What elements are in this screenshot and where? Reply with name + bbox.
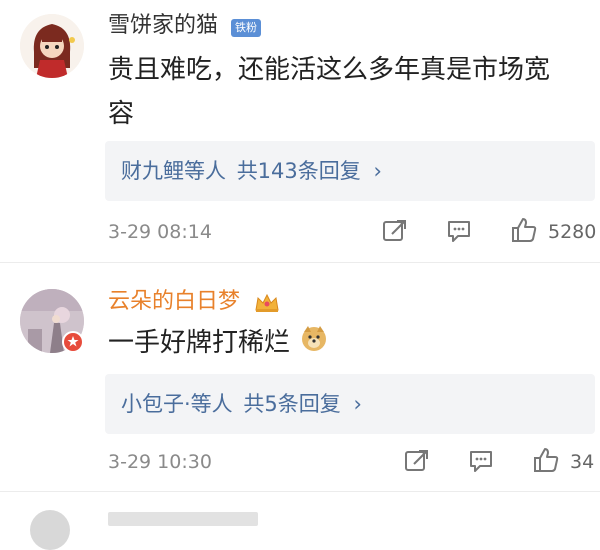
reply-summary[interactable]: 小包子·等人 共5条回复 ›	[121, 389, 362, 419]
like-count: 34	[570, 451, 595, 473]
comment-text-continued: 容	[108, 99, 135, 129]
reply-summary-box[interactable]: 财九鲤等人 共143条回复 ›	[105, 141, 595, 201]
username[interactable]: 云朵的白日梦	[108, 288, 240, 316]
avatar-image	[20, 14, 84, 78]
doge-emoji-icon	[300, 320, 328, 368]
reply-count: 共143条回复	[236, 159, 361, 183]
like-icon[interactable]	[510, 216, 538, 248]
verified-badge-icon	[62, 331, 84, 353]
comment-text: 一手好牌打稀烂	[108, 319, 328, 368]
reply-summary-box[interactable]: 小包子·等人 共5条回复 ›	[105, 374, 595, 434]
comment-text-content: 一手好牌打稀烂	[108, 328, 291, 358]
comment-icon[interactable]	[468, 448, 494, 478]
comment-item: 云朵的白日梦 一手好牌打稀烂 小包子·等人 共5条回复 › 3-29 10:30…	[0, 263, 600, 491]
next-comment-avatar[interactable]	[30, 510, 70, 550]
like-icon[interactable]	[532, 446, 560, 478]
chevron-right-icon: ›	[353, 392, 362, 416]
share-icon[interactable]	[404, 448, 430, 478]
comment-icon[interactable]	[446, 218, 472, 248]
fan-badge: 铁粉	[231, 19, 261, 37]
reply-names: 财九鲤等人	[121, 159, 226, 183]
timestamp: 3-29 08:14	[108, 221, 212, 243]
reply-count: 共5条回复	[243, 392, 341, 416]
chevron-right-icon: ›	[373, 159, 382, 183]
avatar[interactable]	[20, 14, 84, 78]
next-comment-username[interactable]	[108, 512, 258, 526]
comment-item: 雪饼家的猫 铁粉 贵且难吃，还能活这么多年真是市场宽 容 财九鲤等人 共143条…	[0, 0, 600, 262]
username[interactable]: 雪饼家的猫	[108, 12, 218, 40]
share-icon[interactable]	[382, 218, 408, 248]
like-count: 5280	[548, 221, 597, 243]
reply-names: 小包子·等人	[121, 392, 233, 416]
comment-text: 贵且难吃，还能活这么多年真是市场宽	[108, 55, 551, 85]
reply-summary[interactable]: 财九鲤等人 共143条回复 ›	[121, 156, 382, 186]
divider	[0, 491, 600, 492]
crown-icon	[254, 292, 280, 314]
timestamp: 3-29 10:30	[108, 451, 212, 473]
